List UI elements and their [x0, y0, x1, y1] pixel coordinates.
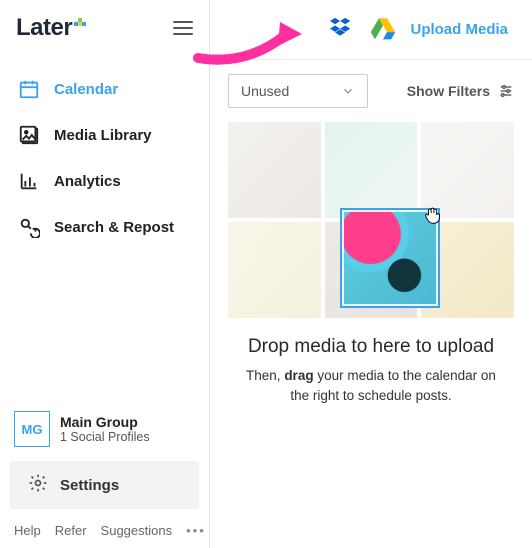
group-avatar: MG: [14, 411, 50, 447]
show-filters-button[interactable]: Show Filters: [407, 83, 514, 99]
group-name: Main Group: [60, 414, 150, 430]
media-library-icon: [18, 124, 40, 146]
dropzone-sub: Then, drag your media to the calendar on…: [210, 366, 532, 405]
cursor-grab-icon: [422, 204, 444, 226]
dropbox-icon[interactable]: [330, 16, 356, 43]
show-filters-label: Show Filters: [407, 83, 490, 99]
filters-icon: [498, 83, 514, 99]
main-panel: Upload Media Unused Show Filters: [210, 0, 532, 548]
sidebar-bottom: MG Main Group 1 Social Profiles Settings…: [0, 401, 209, 548]
nav-label: Media Library: [54, 127, 152, 144]
logo-text: Later: [16, 14, 72, 42]
more-menu-icon[interactable]: •••: [186, 523, 206, 538]
chevron-down-icon: [341, 84, 355, 98]
settings-button[interactable]: Settings: [10, 461, 199, 509]
filter-bar: Unused Show Filters: [210, 60, 532, 118]
footer-links: Help Refer Suggestions •••: [0, 517, 209, 548]
nav-label: Search & Repost: [54, 219, 174, 236]
group-selector[interactable]: MG Main Group 1 Social Profiles: [0, 401, 209, 461]
primary-nav: Calendar Media Library A: [0, 60, 209, 256]
media-grid[interactable]: [228, 122, 514, 318]
footer-help[interactable]: Help: [14, 523, 41, 538]
footer-suggestions[interactable]: Suggestions: [101, 523, 173, 538]
nav-label: Analytics: [54, 173, 121, 190]
menu-toggle-icon[interactable]: [173, 21, 193, 35]
sidebar-header: Later: [0, 0, 209, 60]
selected-media-thumbnail[interactable]: [340, 208, 440, 308]
nav-item-search-repost[interactable]: Search & Repost: [0, 204, 209, 250]
logo-pixels-icon: [74, 18, 92, 39]
gear-icon: [28, 473, 48, 497]
dropzone-headline: Drop media to here to upload: [210, 336, 532, 358]
select-value: Unused: [241, 83, 289, 99]
top-bar: Upload Media: [210, 0, 532, 60]
google-drive-icon[interactable]: [370, 16, 396, 43]
footer-refer[interactable]: Refer: [55, 523, 87, 538]
upload-media-button[interactable]: Upload Media: [410, 21, 508, 38]
nav-item-calendar[interactable]: Calendar: [0, 66, 209, 112]
logo[interactable]: Later: [16, 14, 92, 42]
group-sub: 1 Social Profiles: [60, 430, 150, 444]
nav-item-analytics[interactable]: Analytics: [0, 158, 209, 204]
nav-label: Calendar: [54, 81, 118, 98]
search-repost-icon: [18, 216, 40, 238]
calendar-icon: [18, 78, 40, 100]
media-status-select[interactable]: Unused: [228, 74, 368, 108]
sidebar: Later: [0, 0, 210, 548]
settings-label: Settings: [60, 477, 119, 494]
analytics-icon: [18, 170, 40, 192]
nav-item-media-library[interactable]: Media Library: [0, 112, 209, 158]
